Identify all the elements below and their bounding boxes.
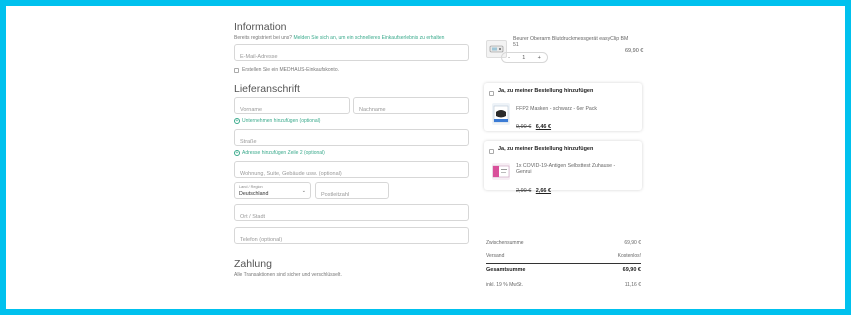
new-price: 2,66 €	[535, 188, 552, 194]
cart-item-price: 69,90 €	[625, 48, 644, 54]
shipping-heading: Lieferanschrift	[234, 83, 300, 95]
create-account-label: Erstellen Sie ein MEDHAUS-Einkaufskonto.	[242, 67, 339, 73]
upsell-title: Ja, zu meiner Bestellung hinzufügen	[498, 88, 594, 94]
upsell-product-name: 1x COVID-19-Antigen Selbsttest Zuhause -…	[516, 163, 616, 175]
old-price: 9,90 €	[516, 124, 532, 130]
upsell-card-masks[interactable]: Ja, zu meiner Bestellung hinzufügen FFP2…	[484, 83, 642, 131]
upsell-checkbox[interactable]	[489, 149, 494, 154]
registered-prefix: Bereits registriert bei uns?	[234, 35, 293, 41]
login-link[interactable]: Melden Sie sich an, um ein schnelleres E…	[293, 35, 444, 41]
total-label: Gesamtsumme	[486, 267, 526, 273]
upsell-price: 9,90 € 6,46 €	[516, 115, 551, 133]
payment-heading: Zahlung	[234, 258, 272, 270]
vat-label: inkl. 19 % MwSt.	[486, 282, 523, 288]
old-price: 2,90 €	[516, 188, 532, 194]
chevron-down-icon: ⌄	[301, 188, 306, 194]
shipping-cost-row: Versand Kostenlos!	[486, 253, 641, 259]
quantity-stepper[interactable]: - 1 +	[501, 52, 548, 63]
plus-circle-icon: +	[234, 150, 240, 156]
plus-circle-icon: +	[234, 118, 240, 124]
shipping-cost-label: Versand	[486, 253, 505, 259]
shipping-cost-value: Kostenlos!	[617, 253, 641, 259]
apartment-input[interactable]	[235, 166, 468, 182]
add-address-line-label: Adresse hinzufügen Zeile 2 (optional)	[242, 150, 325, 156]
covid-test-image	[492, 163, 510, 180]
country-value: Deutschland	[239, 191, 269, 197]
checkout-page: Information Bereits registriert bei uns?…	[6, 6, 845, 309]
cart-item-name: Beurer Oberarm Blutdruckmessgerät easyCl…	[513, 36, 629, 48]
postal-code-field[interactable]	[315, 182, 389, 203]
create-account-row[interactable]: Erstellen Sie ein MEDHAUS-Einkaufskonto.	[234, 67, 339, 73]
add-company-link[interactable]: + Unternehmen hinzufügen (optional)	[234, 118, 320, 124]
upsell-checkbox[interactable]	[489, 91, 494, 96]
subtotal-row: Zwischensumme 69,90 €	[486, 240, 641, 246]
summary-divider	[486, 263, 641, 264]
add-address-line-link[interactable]: + Adresse hinzufügen Zeile 2 (optional)	[234, 150, 325, 156]
vat-value: 11,16 €	[624, 282, 641, 288]
last-name-field[interactable]	[353, 97, 469, 118]
phone-field[interactable]	[234, 227, 469, 248]
country-label: Land / Region	[239, 185, 263, 189]
subtotal-value: 69,90 €	[624, 240, 641, 246]
upsell-title: Ja, zu meiner Bestellung hinzufügen	[498, 146, 594, 152]
upsell-price: 2,90 € 2,66 €	[516, 179, 551, 197]
phone-input[interactable]	[235, 232, 468, 248]
email-field[interactable]	[234, 44, 469, 65]
first-name-field[interactable]	[234, 97, 350, 118]
decrease-quantity-button[interactable]: -	[508, 55, 510, 61]
first-name-input[interactable]	[235, 102, 349, 118]
new-price: 6,46 €	[535, 124, 552, 130]
total-value: 69,90 €	[622, 267, 641, 273]
email-input[interactable]	[235, 49, 468, 65]
city-input[interactable]	[235, 209, 468, 225]
upsell-card-covid-test[interactable]: Ja, zu meiner Bestellung hinzufügen 1x C…	[484, 141, 642, 194]
last-name-input[interactable]	[354, 102, 468, 118]
vat-row: inkl. 19 % MwSt. 11,16 €	[486, 282, 641, 288]
add-company-label: Unternehmen hinzufügen (optional)	[242, 118, 321, 124]
country-select[interactable]: Land / Region Deutschland ⌄	[234, 182, 311, 199]
information-heading: Information	[234, 21, 287, 33]
city-field[interactable]	[234, 204, 469, 225]
increase-quantity-button[interactable]: +	[538, 55, 541, 61]
subtotal-label: Zwischensumme	[486, 240, 524, 246]
payment-note: Alle Transaktionen sind sicher und versc…	[234, 272, 342, 278]
street-input[interactable]	[235, 134, 468, 150]
upsell-product-name: FFP2 Masken - schwarz - 6er Pack	[516, 106, 598, 112]
ffp2-masks-image	[492, 103, 510, 125]
total-row: Gesamtsumme 69,90 €	[486, 267, 641, 273]
login-prompt: Bereits registriert bei uns? Melden Sie …	[234, 35, 444, 41]
quantity-value: 1	[522, 54, 526, 61]
postal-code-input[interactable]	[316, 187, 388, 203]
street-field[interactable]	[234, 129, 469, 150]
apartment-field[interactable]	[234, 161, 469, 182]
create-account-checkbox[interactable]	[234, 67, 239, 73]
